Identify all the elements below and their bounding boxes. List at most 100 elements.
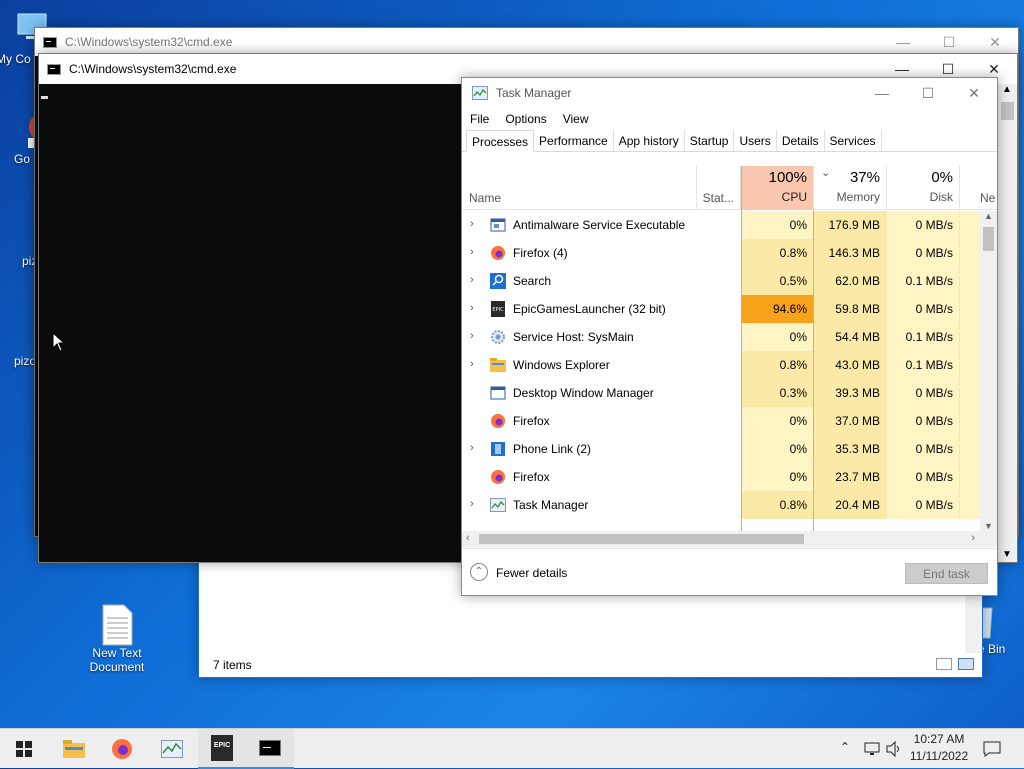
start-button[interactable]: [0, 729, 48, 769]
column-memory-header[interactable]: ⌄ 37% Memory: [814, 166, 887, 210]
cpu-cell: 94.6%: [741, 295, 814, 323]
column-cpu-header[interactable]: 100% CPU: [741, 166, 814, 210]
cpu-column-border-left: [741, 210, 742, 531]
fewer-details-link[interactable]: Fewer details: [496, 566, 567, 580]
table-row[interactable]: Firefox 0% 23.7 MB 0 MB/s: [462, 463, 982, 491]
scroll-thumb[interactable]: [983, 227, 994, 251]
taskbar-task-manager[interactable]: [148, 729, 196, 769]
cpu-cell: 0.8%: [741, 491, 814, 519]
table-row[interactable]: Firefox 0% 37.0 MB 0 MB/s: [462, 407, 982, 435]
close-button[interactable]: ✕: [951, 78, 997, 108]
expand-chevron-icon[interactable]: ›: [470, 442, 480, 454]
cpu-cell: 0.8%: [741, 239, 814, 267]
table-row[interactable]: › Task Manager 0.8% 20.4 MB 0 MB/s: [462, 491, 982, 519]
notifications-icon[interactable]: [983, 741, 1001, 757]
network-cell: [960, 407, 980, 435]
firefox-icon: [490, 469, 506, 485]
network-cell: [960, 379, 980, 407]
process-name: Phone Link (2): [513, 442, 592, 456]
menu-options[interactable]: Options: [505, 112, 546, 126]
network-cell: [960, 435, 980, 463]
table-header: Name Stat... 100% CPU ⌄ 37% Memory 0% Di…: [462, 166, 997, 210]
process-name: Firefox: [513, 470, 550, 484]
cpu-cell: 0%: [741, 463, 814, 491]
expand-chevron-icon[interactable]: ›: [470, 358, 480, 370]
column-network-header[interactable]: Ne: [960, 166, 995, 210]
menu-bar: File Options View: [462, 108, 997, 130]
memory-cell: 59.8 MB: [814, 295, 887, 323]
scroll-thumb[interactable]: [479, 534, 804, 544]
desktop-icon-recycle-bin[interactable]: e Bin: [977, 604, 1024, 656]
column-status-header[interactable]: Stat...: [697, 166, 741, 210]
clock[interactable]: 10:27 AM 11/11/2022: [908, 732, 970, 763]
window-app-icon: [490, 385, 506, 401]
tab-processes[interactable]: Processes: [466, 130, 535, 152]
scroll-down-arrow[interactable]: ▼: [984, 521, 993, 531]
windows-logo-icon: [16, 741, 32, 757]
cmd-vertical-scrollbar[interactable]: ▲ ▼: [998, 84, 1017, 562]
network-cell: [960, 239, 980, 267]
sort-chevron-icon: ⌄: [821, 167, 831, 179]
tab-performance[interactable]: Performance: [534, 130, 614, 151]
table-row[interactable]: › Firefox (4) 0.8% 146.3 MB 0 MB/s: [462, 239, 982, 267]
minimize-button[interactable]: —: [859, 78, 905, 108]
large-icons-view-icon[interactable]: [958, 658, 974, 670]
disk-cell: 0.1 MB/s: [887, 323, 960, 351]
expand-chevron-icon[interactable]: ›: [470, 302, 480, 314]
network-cell: [960, 463, 980, 491]
expand-chevron-icon[interactable]: ›: [470, 218, 480, 230]
expand-chevron-icon[interactable]: ›: [470, 498, 480, 510]
scroll-down-arrow[interactable]: ▼: [1002, 549, 1012, 560]
cmd-back-titlebar[interactable]: C:\Windows\system32\cmd.exe — ☐ ✕: [35, 28, 1018, 56]
expand-chevron-icon[interactable]: ›: [470, 330, 480, 342]
taskbar-cmd[interactable]: [246, 729, 294, 769]
epic-icon: EPIC: [490, 301, 506, 317]
table-row[interactable]: › Windows Explorer 0.8% 43.0 MB 0.1 MB/s: [462, 351, 982, 379]
scroll-right-arrow[interactable]: ›: [971, 532, 975, 544]
maximize-button[interactable]: ☐: [905, 78, 951, 108]
process-horizontal-scrollbar[interactable]: ‹ ›: [462, 531, 997, 547]
tab-users[interactable]: Users: [734, 130, 777, 151]
menu-file[interactable]: File: [470, 112, 489, 126]
firefox-icon: [490, 413, 506, 429]
network-icon[interactable]: [864, 741, 880, 757]
table-row[interactable]: › Service Host: SysMain 0% 54.4 MB 0.1 MB/s: [462, 323, 982, 351]
show-hidden-icons-chevron-icon[interactable]: ⌃: [840, 740, 850, 754]
table-row[interactable]: › Search 0.5% 62.0 MB 0.1 MB/s: [462, 267, 982, 295]
task-manager-titlebar[interactable]: Task Manager — ☐ ✕: [462, 78, 997, 108]
fewer-details-chevron-icon[interactable]: ⌃: [470, 563, 488, 581]
scroll-up-arrow[interactable]: ▲: [1002, 84, 1012, 95]
tab-details[interactable]: Details: [777, 130, 825, 151]
memory-cell: 23.7 MB: [814, 463, 887, 491]
volume-icon[interactable]: [886, 741, 902, 757]
search-icon: [490, 273, 506, 289]
taskbar-epic-games[interactable]: EPIC: [198, 729, 246, 769]
desktop-icon-new-text-document[interactable]: New Text Document: [82, 604, 152, 674]
scroll-thumb[interactable]: [1001, 102, 1014, 120]
menu-view[interactable]: View: [563, 112, 589, 126]
phone-link-icon: [490, 441, 506, 457]
process-vertical-scrollbar[interactable]: ▲ ▼: [980, 211, 997, 531]
expand-chevron-icon[interactable]: ›: [470, 246, 480, 258]
end-task-button[interactable]: End task: [905, 563, 988, 584]
cpu-cell: 0%: [741, 323, 814, 351]
tab-services[interactable]: Services: [825, 130, 882, 151]
column-disk-header[interactable]: 0% Disk: [887, 166, 960, 210]
tab-app-history[interactable]: App history: [614, 130, 685, 151]
task-manager-window[interactable]: Task Manager — ☐ ✕ File Options View Pro…: [461, 77, 998, 596]
table-row[interactable]: › Antimalware Service Executable 0% 176.9 M…: [462, 211, 982, 239]
tab-startup[interactable]: Startup: [685, 130, 735, 151]
scroll-up-arrow[interactable]: ▲: [984, 211, 993, 221]
column-name-header[interactable]: Name: [462, 166, 697, 210]
details-view-icon[interactable]: [936, 658, 952, 670]
table-row[interactable]: › EPIC EpicGamesLauncher (32 bit) 94.6% 59.8…: [462, 295, 982, 323]
taskbar-firefox[interactable]: [98, 729, 146, 769]
table-row[interactable]: Desktop Window Manager 0.3% 39.3 MB 0 MB/s: [462, 379, 982, 407]
expand-chevron-icon[interactable]: ›: [470, 274, 480, 286]
taskbar-explorer[interactable]: [50, 729, 98, 769]
process-name: Search: [513, 274, 552, 288]
cmd-icon: [43, 36, 57, 48]
shield-app-icon: [490, 217, 506, 233]
scroll-left-arrow[interactable]: ‹: [466, 532, 470, 544]
table-row[interactable]: › Phone Link (2) 0% 35.3 MB 0 MB/s: [462, 435, 982, 463]
